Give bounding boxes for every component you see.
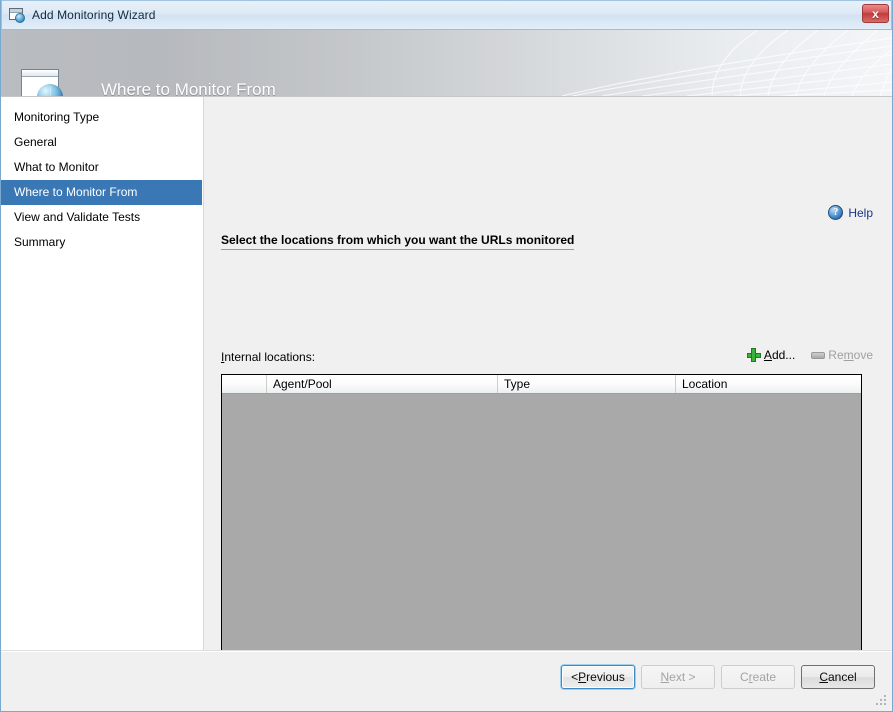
grid-column-header-agent-pool[interactable]: Agent/Pool [267, 375, 498, 393]
help-link[interactable]: ? Help [828, 205, 873, 220]
sidebar-item-view-and-validate-tests[interactable]: View and Validate Tests [1, 205, 203, 230]
green-plus-icon [746, 348, 761, 362]
sidebar-item-where-to-monitor-from[interactable]: Where to Monitor From [1, 180, 202, 205]
banner-heading: Where to Monitor From [101, 80, 276, 97]
wizard-footer: < Previous Next > Cr eate Cancel [1, 650, 892, 711]
add-button-label: Add... [763, 348, 796, 362]
sidebar-item-monitoring-type[interactable]: Monitoring Type [1, 105, 203, 130]
wizard-content-panel: ? Help Select the locations from which y… [204, 97, 892, 711]
add-button[interactable]: Add... [746, 348, 796, 362]
sidebar-item-what-to-monitor[interactable]: What to Monitor [1, 155, 203, 180]
grid-header-row: Agent/Pool Type Location [222, 375, 861, 394]
title-bar: Add Monitoring Wizard x [1, 0, 892, 30]
next-button: Next > [641, 665, 715, 689]
remove-icon [811, 351, 826, 359]
banner-window-globe-icon [17, 69, 69, 96]
add-monitoring-wizard-window: Add Monitoring Wizard x Where to Monitor… [0, 0, 893, 712]
help-circle-icon: ? [828, 205, 844, 220]
internal-locations-label-rest: nternal locations: [224, 350, 316, 364]
help-label: Help [848, 205, 873, 220]
locations-toolbar: Add... Remove [746, 348, 873, 362]
wizard-banner: Where to Monitor From [1, 30, 892, 97]
grid-column-header-select[interactable] [222, 375, 267, 393]
internal-locations-label: Internal locations: [221, 350, 315, 364]
sidebar-item-general[interactable]: General [1, 130, 203, 155]
remove-button: Remove [811, 348, 873, 362]
grid-column-header-type[interactable]: Type [498, 375, 676, 393]
previous-button[interactable]: < Previous [561, 665, 635, 689]
sidebar-item-summary[interactable]: Summary [1, 230, 203, 255]
window-globe-icon [9, 7, 26, 23]
wizard-steps-sidebar: Monitoring Type General What to Monitor … [1, 97, 204, 650]
wizard-body: Monitoring Type General What to Monitor … [1, 97, 892, 711]
create-button: Cr eate [721, 665, 795, 689]
close-icon[interactable]: x [862, 4, 889, 23]
cancel-button[interactable]: Cancel [801, 665, 875, 689]
footer-buttons: < Previous Next > Cr eate Cancel [561, 665, 875, 689]
remove-button-label: Remove [828, 348, 873, 362]
resize-grip[interactable] [875, 695, 888, 708]
window-title: Add Monitoring Wizard [32, 8, 156, 22]
page-title: Select the locations from which you want… [221, 233, 575, 250]
banner-mesh-decoration [562, 30, 892, 96]
grid-column-header-location[interactable]: Location [676, 375, 861, 393]
